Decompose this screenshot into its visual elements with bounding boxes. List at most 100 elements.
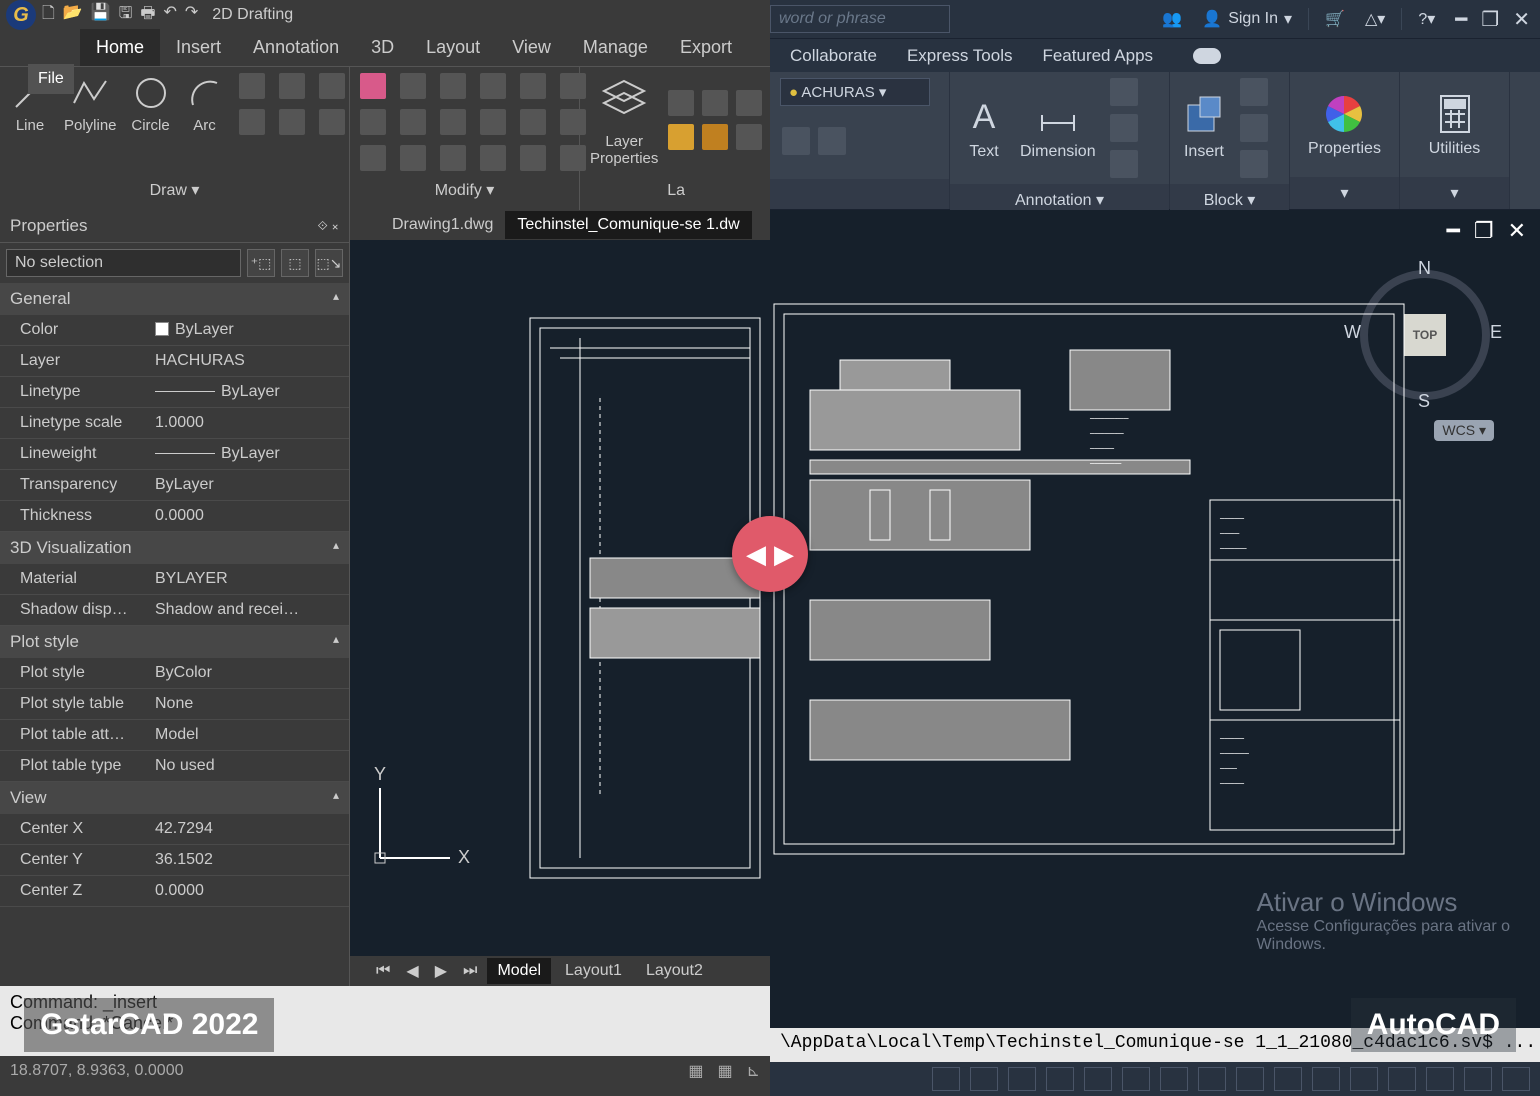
align-icon[interactable] xyxy=(520,145,546,171)
tab-view[interactable]: View xyxy=(496,29,567,66)
property-row[interactable]: Plot styleByColor xyxy=(0,658,349,689)
text-button[interactable]: A Text xyxy=(962,95,1006,161)
vp-close-icon[interactable]: ✕ xyxy=(1508,218,1526,244)
property-row[interactable]: LayerHACHURAS xyxy=(0,346,349,377)
signin-button[interactable]: 👤 Sign In▾ xyxy=(1192,9,1302,29)
comparison-slider-handle[interactable] xyxy=(732,516,808,592)
ellipse-icon[interactable] xyxy=(279,73,305,99)
panel-title-draw[interactable]: Draw ▾ xyxy=(10,176,339,204)
quick-access-toolbar[interactable]: 🗋 📂 💾 🖫 🖶 ↶ ↷ xyxy=(42,2,198,29)
property-row[interactable]: Plot table att…Model xyxy=(0,720,349,751)
pickadd-icon[interactable]: ⬚ xyxy=(281,249,309,277)
dimension-button[interactable]: Dimension xyxy=(1020,95,1096,161)
property-row[interactable]: MaterialBYLAYER xyxy=(0,564,349,595)
lwt-toggle-icon[interactable] xyxy=(1198,1067,1226,1091)
leader-icon[interactable] xyxy=(1110,78,1138,106)
tab-featured[interactable]: Featured Apps xyxy=(1042,46,1153,66)
otrack-toggle-icon[interactable] xyxy=(1160,1067,1188,1091)
grid-toggle-icon[interactable] xyxy=(970,1067,998,1091)
model-viewport[interactable]: ━ ❐ ✕ TOP N S E W WCS ▾ xyxy=(770,210,1540,1028)
layer-iso-icon[interactable] xyxy=(702,90,728,116)
ortho-toggle-icon[interactable] xyxy=(1046,1067,1074,1091)
panel-title-layers-blank[interactable] xyxy=(770,179,949,209)
vp-max-icon[interactable]: ❐ xyxy=(1474,218,1494,244)
layout-first-icon[interactable]: ⏮ xyxy=(370,960,396,982)
a360-icon[interactable]: △▾ xyxy=(1355,9,1395,29)
doc-tab-2[interactable]: Techinstel_Comunique-se 1.dw xyxy=(505,211,751,239)
layer-freeze-icon[interactable] xyxy=(702,124,728,150)
model-toggle-icon[interactable] xyxy=(932,1067,960,1091)
hardware-icon[interactable] xyxy=(1464,1067,1492,1091)
property-row[interactable]: LineweightByLayer xyxy=(0,439,349,470)
rect-icon[interactable] xyxy=(239,73,265,99)
panel-title-modify[interactable]: Modify ▾ xyxy=(360,176,569,204)
tab-layout[interactable]: Layout xyxy=(410,29,496,66)
plot-icon[interactable]: 🖶 xyxy=(140,2,155,29)
tab-express[interactable]: Express Tools xyxy=(907,46,1013,66)
property-row[interactable]: Center Z0.0000 xyxy=(0,876,349,907)
property-row[interactable]: ColorByLayer xyxy=(0,315,349,346)
point-icon[interactable] xyxy=(279,109,305,135)
quickselect-icon[interactable]: ⁺⬚ xyxy=(247,249,275,277)
save-icon[interactable]: 💾 xyxy=(91,2,111,29)
prop-category[interactable]: General xyxy=(0,283,349,315)
property-row[interactable]: Thickness0.0000 xyxy=(0,501,349,532)
layout-tab-model[interactable]: Model xyxy=(487,958,551,984)
property-row[interactable]: Center X42.7294 xyxy=(0,814,349,845)
tab-annotation[interactable]: Annotation xyxy=(237,29,355,66)
edit-block-icon[interactable] xyxy=(1240,114,1268,142)
grid-toggle-icon[interactable]: ▦ xyxy=(717,1061,732,1081)
minimize-icon[interactable]: ━ xyxy=(1455,7,1467,32)
scale-icon[interactable] xyxy=(520,109,546,135)
array-icon[interactable] xyxy=(520,73,546,99)
panel-title-layers[interactable]: La xyxy=(590,178,762,204)
property-row[interactable]: TransparencyByLayer xyxy=(0,470,349,501)
property-row[interactable]: LinetypeByLayer xyxy=(0,377,349,408)
chamfer-icon[interactable] xyxy=(360,145,386,171)
mirror-icon[interactable] xyxy=(440,73,466,99)
selection-dropdown[interactable]: No selection xyxy=(6,249,241,277)
isoplane-icon[interactable] xyxy=(1426,1067,1454,1091)
model-viewport[interactable]: X Y xyxy=(350,240,770,956)
extend-icon[interactable] xyxy=(440,109,466,135)
erase-icon[interactable] xyxy=(360,73,386,99)
utilities-button[interactable]: Utilities xyxy=(1429,92,1481,158)
region-icon[interactable] xyxy=(319,109,345,135)
prop-category[interactable]: View xyxy=(0,782,349,814)
file-menu-button[interactable]: File xyxy=(28,64,74,94)
spline-icon[interactable] xyxy=(239,109,265,135)
open-icon[interactable]: 📂 xyxy=(63,2,83,29)
layeriso-icon[interactable] xyxy=(782,127,810,155)
snap-toggle-icon[interactable]: ▦ xyxy=(688,1061,703,1081)
property-row[interactable]: Shadow disp…Shadow and recei… xyxy=(0,595,349,626)
restore-icon[interactable]: ❐ xyxy=(1481,7,1499,32)
ortho-toggle-icon[interactable]: ⊾ xyxy=(747,1061,760,1081)
property-row[interactable]: Linetype scale1.0000 xyxy=(0,408,349,439)
transparency-toggle-icon[interactable] xyxy=(1236,1067,1264,1091)
prop-category[interactable]: 3D Visualization xyxy=(0,532,349,564)
insert-button[interactable]: Insert xyxy=(1182,95,1226,161)
attr-icon[interactable] xyxy=(1240,150,1268,178)
layer-dropdown[interactable]: ● ACHURAS ▾ xyxy=(780,78,930,106)
property-row[interactable]: Plot style tableNone xyxy=(0,689,349,720)
break-icon[interactable] xyxy=(480,145,506,171)
panel-title-props[interactable]: ▾ xyxy=(1290,177,1399,209)
trim-icon[interactable] xyxy=(400,109,426,135)
tab-export[interactable]: Export xyxy=(664,29,748,66)
workspace-icon[interactable] xyxy=(1388,1067,1416,1091)
help-search-input[interactable]: word or phrase xyxy=(770,5,950,33)
hatch-icon[interactable] xyxy=(319,73,345,99)
layout-next-icon[interactable]: ▶ xyxy=(429,959,453,983)
vp-min-icon[interactable]: ━ xyxy=(1447,218,1460,244)
viewport-window-controls[interactable]: ━ ❐ ✕ xyxy=(1447,218,1526,244)
prop-category[interactable]: Plot style xyxy=(0,626,349,658)
stretch-icon[interactable] xyxy=(480,109,506,135)
layer-properties-button[interactable]: Layer Properties xyxy=(590,73,658,167)
cleanscreen-icon[interactable] xyxy=(1502,1067,1530,1091)
tool-circle[interactable]: Circle xyxy=(131,73,171,134)
copy-icon[interactable] xyxy=(400,73,426,99)
layerfrz-icon[interactable] xyxy=(818,127,846,155)
annomonitor-icon[interactable] xyxy=(1350,1067,1378,1091)
layer-states-icon[interactable] xyxy=(668,90,694,116)
saveas-icon[interactable]: 🖫 xyxy=(119,2,133,29)
